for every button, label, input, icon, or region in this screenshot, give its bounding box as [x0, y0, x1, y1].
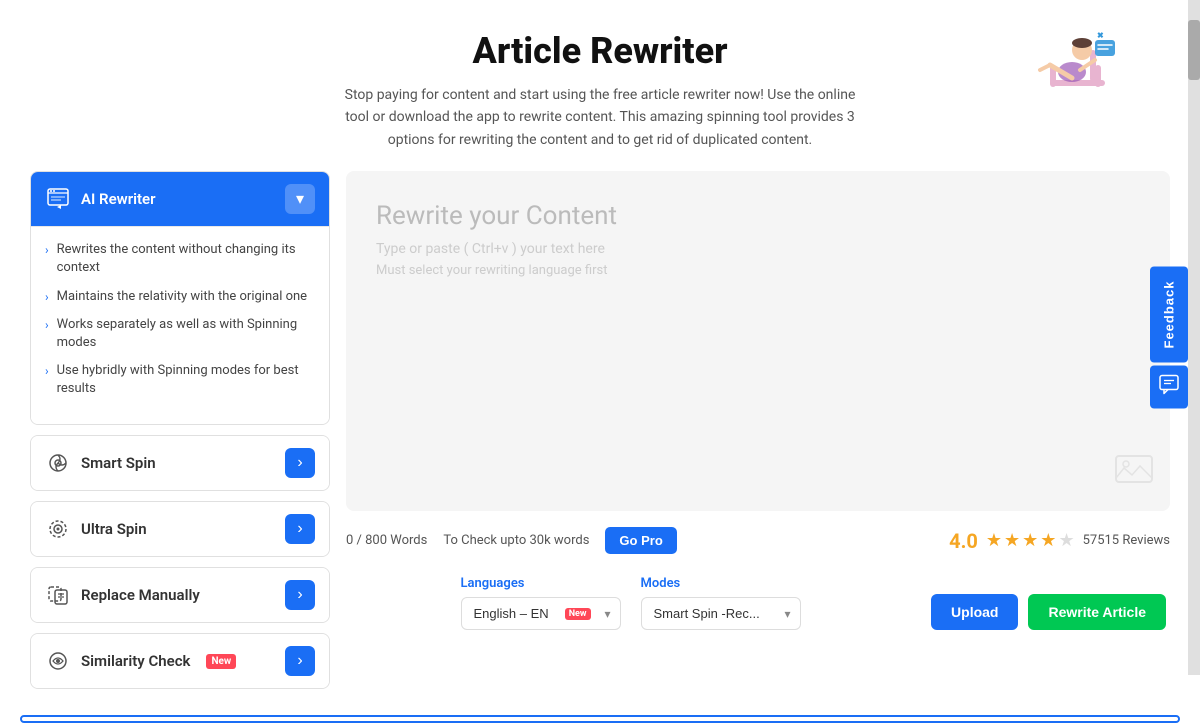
- rating-score: 4.0: [949, 529, 978, 553]
- star-5: ★: [1058, 530, 1074, 551]
- rating-area: 4.0 ★ ★ ★ ★ ★ 57515 Reviews: [949, 529, 1170, 553]
- editor-image-icon: [1114, 448, 1154, 495]
- language-select[interactable]: English – EN: [461, 597, 621, 630]
- sidebar-item-replace-manually-header[interactable]: Replace Manually ›: [31, 568, 329, 622]
- feature-item: › Works separately as well as with Spinn…: [45, 316, 315, 352]
- chevron-right-icon: ›: [45, 317, 49, 334]
- action-buttons: Upload Rewrite Article: [931, 594, 1166, 630]
- modes-label: Modes: [641, 576, 801, 591]
- star-4: ★: [1040, 530, 1056, 551]
- sidebar-item-similarity-check-left: Similarity Check New: [45, 648, 236, 674]
- smart-spin-label: Smart Spin: [81, 454, 156, 472]
- page-header: Article Rewriter Stop paying for content…: [0, 0, 1200, 171]
- replace-manually-icon: [45, 582, 71, 608]
- lang-modes-group: Languages English – EN New Modes Smart S…: [350, 576, 911, 630]
- similarity-check-label: Similarity Check: [81, 652, 190, 670]
- ai-rewriter-label: AI Rewriter: [81, 190, 156, 208]
- feature-text: Rewrites the content without changing it…: [57, 241, 315, 277]
- sidebar-item-ai-rewriter-body: › Rewrites the content without changing …: [31, 226, 329, 424]
- replace-manually-label: Replace Manually: [81, 586, 200, 604]
- similarity-check-chevron[interactable]: ›: [285, 646, 315, 676]
- ai-rewriter-icon: [45, 186, 71, 212]
- word-count: 0 / 800 Words: [346, 533, 427, 548]
- scrollbar-thumb[interactable]: [1188, 20, 1200, 80]
- scrollbar[interactable]: [1188, 0, 1200, 675]
- content-area: Rewrite your Content Type or paste ( Ctr…: [346, 171, 1170, 699]
- chevron-right-icon: ›: [45, 242, 49, 259]
- modes-group: Modes Smart Spin -Rec...: [641, 576, 801, 630]
- sidebar-item-smart-spin-left: Smart Spin: [45, 450, 156, 476]
- sidebar-item-ai-rewriter-left: AI Rewriter: [45, 186, 156, 212]
- sidebar-item-replace-manually-left: Replace Manually: [45, 582, 200, 608]
- review-count: 57515 Reviews: [1083, 533, 1170, 548]
- ultra-spin-icon: [45, 516, 71, 542]
- feedback-icon-button[interactable]: [1150, 366, 1188, 409]
- pro-hint: To Check upto 30k words: [443, 533, 589, 548]
- star-2: ★: [1004, 530, 1020, 551]
- sidebar-item-similarity-check: Similarity Check New ›: [30, 633, 330, 689]
- page-title: Article Rewriter: [20, 30, 1180, 72]
- feature-text: Works separately as well as with Spinnin…: [57, 316, 315, 352]
- mode-select[interactable]: Smart Spin -Rec...: [641, 597, 801, 630]
- chevron-right-icon: ›: [45, 363, 49, 380]
- smart-spin-chevron[interactable]: ›: [285, 448, 315, 478]
- feature-item: › Rewrites the content without changing …: [45, 241, 315, 277]
- mode-select-wrapper: Smart Spin -Rec...: [641, 597, 801, 630]
- languages-group: Languages English – EN New: [461, 576, 621, 630]
- sidebar-item-ultra-spin: Ultra Spin ›: [30, 501, 330, 557]
- editor-placeholder-title: Rewrite your Content: [376, 201, 1140, 231]
- language-select-wrapper: English – EN New: [461, 597, 621, 630]
- sidebar-item-similarity-check-header[interactable]: Similarity Check New ›: [31, 634, 329, 688]
- ai-rewriter-features: › Rewrites the content without changing …: [45, 241, 315, 398]
- sidebar-item-ai-rewriter-header[interactable]: AI Rewriter ▾: [31, 172, 329, 226]
- sidebar-item-ultra-spin-header[interactable]: Ultra Spin ›: [31, 502, 329, 556]
- feedback-tab: Feedback: [1150, 266, 1188, 409]
- go-pro-button[interactable]: Go Pro: [605, 527, 676, 554]
- stars: ★ ★ ★ ★ ★: [986, 530, 1075, 551]
- editor-placeholder-text: Type or paste ( Ctrl+v ) your text here: [376, 241, 1140, 257]
- editor-box[interactable]: Rewrite your Content Type or paste ( Ctr…: [346, 171, 1170, 511]
- upload-button[interactable]: Upload: [931, 594, 1018, 630]
- similarity-check-badge: New: [206, 654, 236, 669]
- sidebar-item-ultra-spin-left: Ultra Spin: [45, 516, 147, 542]
- bottom-controls: Languages English – EN New Modes Smart S…: [346, 576, 1170, 630]
- replace-manually-chevron[interactable]: ›: [285, 580, 315, 610]
- similarity-check-icon: [45, 648, 71, 674]
- main-layout: AI Rewriter ▾ › Rewrites the content wit…: [10, 171, 1190, 699]
- bottom-bar: [20, 715, 1180, 723]
- ultra-spin-label: Ultra Spin: [81, 520, 147, 538]
- star-3: ★: [1022, 530, 1038, 551]
- header-description: Stop paying for content and start using …: [340, 84, 860, 151]
- language-new-badge: New: [565, 608, 591, 620]
- feature-item: › Use hybridly with Spinning modes for b…: [45, 362, 315, 398]
- editor-placeholder-warning: Must select your rewriting language firs…: [376, 263, 1140, 278]
- chevron-right-icon: ›: [45, 289, 49, 306]
- feedback-button[interactable]: Feedback: [1150, 266, 1188, 362]
- header-illustration: ✖: [1030, 10, 1120, 110]
- sidebar: AI Rewriter ▾ › Rewrites the content wit…: [30, 171, 330, 699]
- feature-item: › Maintains the relativity with the orig…: [45, 288, 315, 306]
- svg-text:✖: ✖: [1097, 31, 1104, 40]
- sidebar-item-ai-rewriter: AI Rewriter ▾ › Rewrites the content wit…: [30, 171, 330, 425]
- sidebar-item-replace-manually: Replace Manually ›: [30, 567, 330, 623]
- ai-rewriter-chevron[interactable]: ▾: [285, 184, 315, 214]
- feature-text: Maintains the relativity with the origin…: [57, 288, 307, 306]
- star-1: ★: [986, 530, 1002, 551]
- rewrite-article-button[interactable]: Rewrite Article: [1028, 594, 1166, 630]
- feature-text: Use hybridly with Spinning modes for bes…: [57, 362, 315, 398]
- ultra-spin-chevron[interactable]: ›: [285, 514, 315, 544]
- languages-label: Languages: [461, 576, 621, 591]
- smart-spin-icon: [45, 450, 71, 476]
- sidebar-item-smart-spin: Smart Spin ›: [30, 435, 330, 491]
- word-count-bar: 0 / 800 Words To Check upto 30k words Go…: [346, 521, 1170, 560]
- sidebar-item-smart-spin-header[interactable]: Smart Spin ›: [31, 436, 329, 490]
